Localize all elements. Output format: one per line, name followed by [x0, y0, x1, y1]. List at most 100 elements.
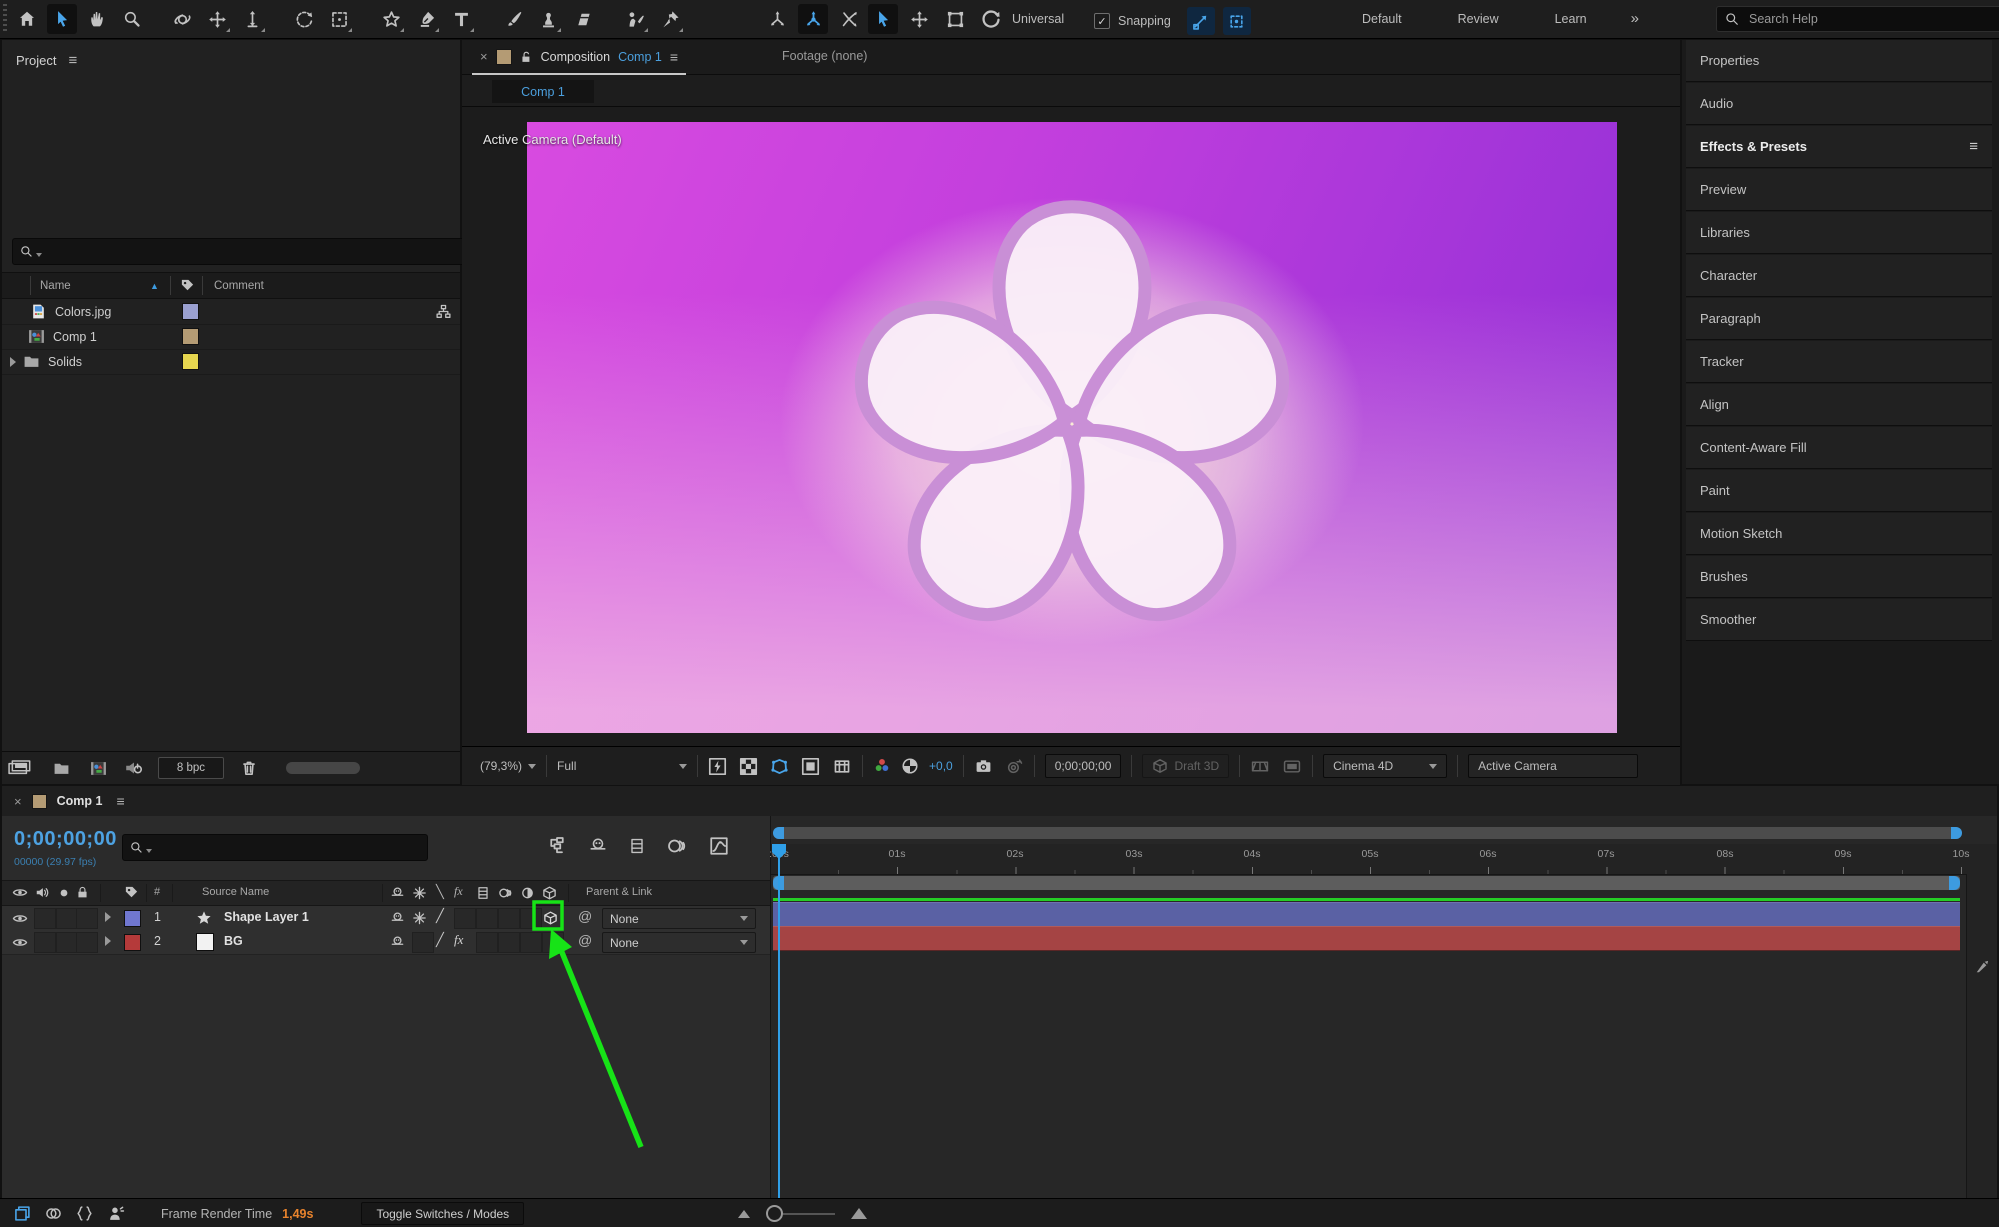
multi-view-icon[interactable] — [1250, 758, 1270, 775]
view-layout-icon[interactable] — [1282, 758, 1302, 775]
panel-paint[interactable]: Paint — [1686, 470, 1992, 512]
workspace-tab-default[interactable]: Default — [1334, 12, 1430, 26]
toggle-switches-modes-button[interactable]: Toggle Switches / Modes — [361, 1202, 524, 1225]
timeline-search-box[interactable] — [122, 834, 428, 861]
panel-character[interactable]: Character — [1686, 255, 1992, 297]
parent-link-dropdown[interactable]: None — [602, 932, 756, 953]
timeline-zoom-slider-thumb[interactable] — [766, 1205, 783, 1222]
roto-brush-tool[interactable] — [620, 4, 650, 34]
panel-audio[interactable]: Audio — [1686, 83, 1992, 125]
help-search-box[interactable] — [1716, 6, 1999, 32]
shy-layers-toggle-icon[interactable] — [589, 836, 607, 856]
resolution-dropdown[interactable]: Full — [557, 759, 687, 773]
shape-tool[interactable] — [376, 4, 406, 34]
type-tool[interactable] — [446, 4, 476, 34]
new-folder-icon[interactable] — [52, 760, 71, 777]
project-panel-title[interactable]: Project — [16, 53, 56, 68]
layer-bar-bg[interactable] — [773, 926, 1960, 951]
snapshot-camera-icon[interactable] — [974, 758, 993, 775]
clone-stamp-tool[interactable] — [533, 4, 563, 34]
new-composition-icon[interactable] — [89, 760, 108, 777]
snap-beyond-edges-button[interactable] — [1223, 7, 1251, 35]
parent-pick-whip-icon[interactable]: @ — [578, 932, 592, 948]
composition-tab[interactable]: × Composition Comp 1 ≡ — [472, 40, 686, 75]
playhead-line[interactable] — [778, 844, 780, 1198]
orbit-camera-tool[interactable] — [167, 4, 197, 34]
panel-menu-icon[interactable]: ≡ — [1969, 138, 1978, 155]
sort-ascending-icon[interactable]: ▲ — [150, 281, 159, 291]
panel-brushes[interactable]: Brushes — [1686, 556, 1992, 598]
timeline-horizontal-scrollbar[interactable] — [773, 827, 1962, 839]
layer-row-shape-layer-1[interactable]: 1 Shape Layer 1 ╱ @ None — [2, 906, 770, 931]
layer-marker-icon[interactable] — [1975, 960, 1989, 974]
local-axis-mode[interactable] — [762, 4, 792, 34]
layer-expander-icon[interactable] — [105, 912, 111, 922]
expand-in-out-icon[interactable] — [76, 1205, 93, 1222]
exposure-icon[interactable] — [901, 757, 919, 775]
transparency-grid-icon[interactable] — [739, 757, 758, 776]
layer-name[interactable]: BG — [224, 934, 243, 948]
timeline-tab-name[interactable]: Comp 1 — [57, 794, 103, 808]
panel-paragraph[interactable]: Paragraph — [1686, 298, 1992, 340]
quality-switch[interactable]: ╱ — [436, 932, 444, 948]
time-ruler[interactable]: :00s 01s 02s 03s 04s 05s 06s 07s 08s 09s… — [771, 844, 1997, 875]
graph-editor-icon[interactable] — [709, 836, 729, 856]
world-axis-mode[interactable] — [798, 4, 828, 34]
effects-switch[interactable]: fx — [454, 932, 463, 948]
motion-blur-toggle-icon[interactable] — [667, 836, 687, 856]
layer-row-bg[interactable]: 2 BG ╱ fx @ None — [2, 930, 770, 955]
viewer-timecode[interactable]: 0;00;00;00 — [1045, 754, 1122, 778]
draft-3d-button[interactable]: Draft 3D — [1142, 754, 1229, 778]
workspace-tab-review[interactable]: Review — [1430, 12, 1527, 26]
interpret-footage-icon[interactable] — [8, 759, 34, 777]
layer-visibility-eye-icon[interactable] — [12, 912, 28, 925]
zoom-out-mountain-icon[interactable] — [738, 1210, 750, 1218]
guides-grids-icon[interactable] — [832, 757, 852, 776]
column-name[interactable]: Name — [40, 280, 71, 292]
layer-name[interactable]: Shape Layer 1 — [224, 910, 309, 924]
shy-switch[interactable] — [390, 910, 405, 926]
column-source-name[interactable]: Source Name — [202, 886, 269, 898]
project-item-solids[interactable]: Solids — [2, 349, 460, 375]
column-comment[interactable]: Comment — [214, 280, 264, 292]
workspace-overflow-chevrons[interactable]: » — [1615, 10, 1655, 27]
layer-label-color[interactable] — [124, 910, 141, 927]
panel-libraries[interactable]: Libraries — [1686, 212, 1992, 254]
exposure-value[interactable]: +0,0 — [929, 759, 953, 773]
quality-switch[interactable]: ╱ — [436, 908, 444, 924]
timeline-menu-icon[interactable]: ≡ — [116, 793, 124, 809]
unlock-icon[interactable] — [520, 50, 533, 64]
gizmo-position[interactable] — [904, 4, 934, 34]
pen-tool[interactable] — [411, 4, 441, 34]
panel-content-aware-fill[interactable]: Content-Aware Fill — [1686, 427, 1992, 469]
timeline-search-input[interactable] — [155, 839, 420, 856]
label-color-swatch[interactable] — [182, 328, 199, 345]
comp-mini-flowchart-icon[interactable] — [547, 836, 567, 856]
show-snapshot-icon[interactable] — [1005, 758, 1024, 775]
frame-blending-toggle-icon[interactable] — [629, 836, 645, 856]
layer-visibility-eye-icon[interactable] — [12, 936, 28, 949]
column-parent-link[interactable]: Parent & Link — [586, 886, 652, 898]
renderer-dropdown[interactable]: Cinema 4D — [1323, 754, 1447, 778]
expand-transfer-controls-icon[interactable] — [45, 1205, 62, 1222]
panel-effects-presets[interactable]: Effects & Presets≡ — [1686, 126, 1992, 168]
label-column-icon[interactable] — [180, 278, 195, 293]
view-axis-mode[interactable] — [834, 4, 864, 34]
project-horizontal-scrollbar[interactable] — [286, 762, 360, 774]
pan-camera-tool[interactable] — [202, 4, 232, 34]
project-search-input[interactable] — [45, 243, 458, 260]
brush-tool[interactable] — [498, 4, 528, 34]
project-item-comp-1[interactable]: Comp 1 — [2, 324, 460, 350]
panel-motion-sketch[interactable]: Motion Sketch — [1686, 513, 1992, 555]
panel-smoother[interactable]: Smoother — [1686, 599, 1992, 641]
camera-region-tool[interactable] — [324, 4, 354, 34]
region-of-interest-icon[interactable] — [801, 757, 820, 776]
zoom-tool[interactable] — [117, 4, 147, 34]
fast-previews-icon[interactable] — [708, 757, 727, 776]
delete-trash-icon[interactable] — [240, 759, 258, 777]
puppet-pin-tool[interactable] — [655, 4, 685, 34]
3d-view-dropdown[interactable]: Active Camera — [1468, 754, 1638, 778]
panel-tracker[interactable]: Tracker — [1686, 341, 1992, 383]
layer-bar-shape-layer-1[interactable] — [773, 902, 1960, 927]
3d-layer-switch[interactable] — [543, 910, 558, 926]
